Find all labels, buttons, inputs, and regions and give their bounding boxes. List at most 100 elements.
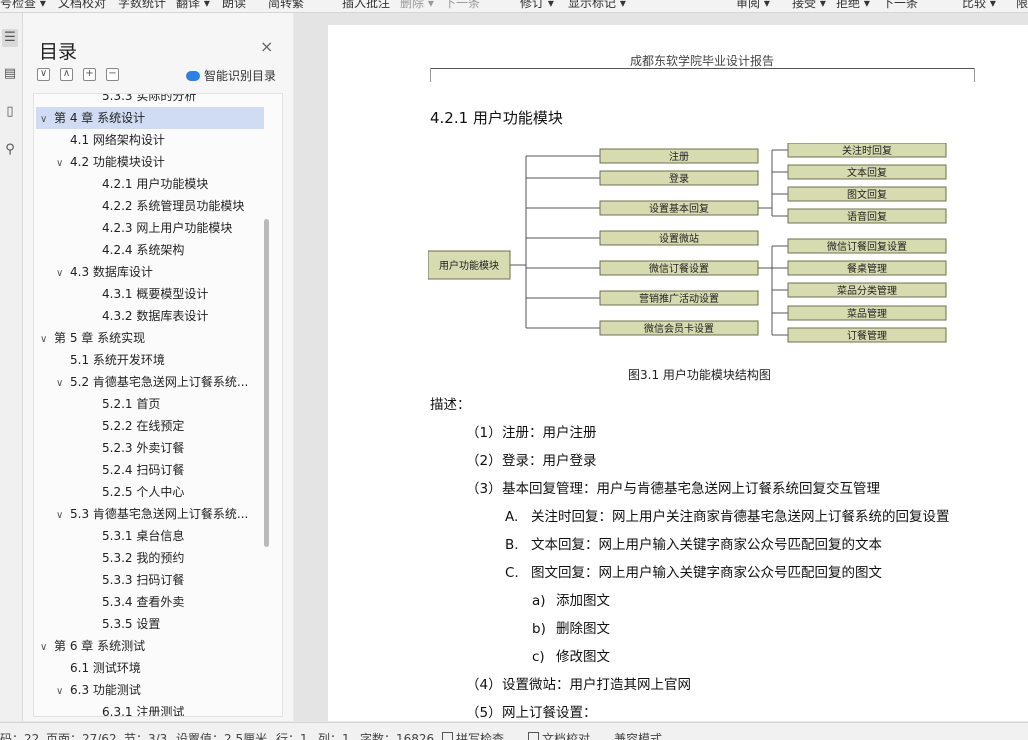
toolbar-item-11[interactable]: 审阅 ▾ <box>736 0 770 11</box>
toc-item[interactable]: ∨ 5.2 肯德基宅急送网上订餐系统... <box>36 371 280 393</box>
description-text: 设置微站：用户打造其网上官网 <box>502 677 691 693</box>
description-text: 删除图文 <box>556 621 610 637</box>
toolbar-item-10[interactable]: 显示标记 ▾ <box>568 0 626 11</box>
description-line: （4）设置微站：用户打造其网上官网 <box>466 673 691 693</box>
list-marker: （5） <box>466 705 502 721</box>
expand-up-icon[interactable]: ∧ <box>60 68 73 81</box>
toc-item-label: 4.1 网络架构设计 <box>70 133 165 147</box>
toc-item-label: 5.2.2 在线预定 <box>102 419 185 433</box>
toc-item-label: 4.2.2 系统管理员功能模块 <box>102 199 245 213</box>
toc-item[interactable]: ∨ 6.3 功能测试 <box>36 679 280 701</box>
sidebar-icon-strip: ☰ ▤ ▯ ⚲ <box>0 13 23 721</box>
toc-item[interactable]: 4.2.3 网上用户功能模块 <box>36 217 282 239</box>
toc-item[interactable]: ∨ 第 4 章 系统设计 <box>36 107 264 129</box>
toc-item[interactable]: 5.2.5 个人中心 <box>36 481 282 503</box>
toc-item-label: 5.2.3 外卖订餐 <box>102 441 185 455</box>
node-label: 设置微站 <box>659 232 699 245</box>
toc-item[interactable]: 4.3.2 数据库表设计 <box>36 305 282 327</box>
toc-icon[interactable]: ☰ <box>2 29 18 47</box>
document-page: 成都东软学院毕业设计报告 4.2.1 用户功能模块 用户功能模块 注册 登录 设置基本… <box>328 25 1028 721</box>
toc-item[interactable]: 5.2.2 在线预定 <box>36 415 282 437</box>
toolbar-item-12[interactable]: 接受 ▾ <box>792 0 826 11</box>
close-icon[interactable]: × <box>260 37 273 56</box>
description-line: B. 文本回复：网上用户输入关键字商家公众号匹配回复的文本 <box>505 533 882 553</box>
bookmark-icon[interactable]: ▯ <box>2 103 18 121</box>
list-marker: （1） <box>466 425 502 441</box>
toc-item[interactable]: 5.3.5 设置 <box>36 613 282 635</box>
node-label: 设置基本回复 <box>649 202 709 215</box>
chevron-down-icon[interactable]: ∨ <box>40 637 54 657</box>
list-marker: c) <box>532 649 545 665</box>
description-line: a) 添加图文 <box>532 589 610 609</box>
description-line: （5）网上订餐设置： <box>466 701 597 721</box>
toc-item-label: 第 6 章 系统测试 <box>54 639 146 653</box>
toc-item[interactable]: 5.3.1 桌台信息 <box>36 525 282 547</box>
toc-item[interactable]: ∨ 第 5 章 系统实现 <box>36 327 264 349</box>
toc-item-label: 第 5 章 系统实现 <box>54 331 146 345</box>
toc-item-label: 4.2.1 用户功能模块 <box>102 177 209 191</box>
toc-item[interactable]: 5.2.3 外卖订餐 <box>36 437 282 459</box>
toc-item[interactable]: 5.2.4 扫码订餐 <box>36 459 282 481</box>
page-icon[interactable]: ▤ <box>2 65 18 83</box>
toc-item[interactable]: 4.2.1 用户功能模块 <box>36 173 282 195</box>
toc-item[interactable]: 4.2.2 系统管理员功能模块 <box>36 195 282 217</box>
chevron-down-icon[interactable]: ∨ <box>56 373 70 393</box>
ai-icon <box>186 71 200 81</box>
toolbar-item-5[interactable]: 简转繁 <box>268 0 304 11</box>
list-marker: （3） <box>466 481 502 497</box>
toc-item[interactable]: 5.3.4 查看外卖 <box>36 591 282 613</box>
chevron-down-icon[interactable]: ∨ <box>56 681 70 701</box>
toc-item[interactable]: ∨ 4.2 功能模块设计 <box>36 151 280 173</box>
toc-item[interactable]: ∨ 第 6 章 系统测试 <box>36 635 264 657</box>
toc-item[interactable]: 5.2.1 首页 <box>36 393 282 415</box>
description-text: 文本回复：网上用户输入关键字商家公众号匹配回复的文本 <box>531 537 882 553</box>
toolbar-item-14[interactable]: 下一条 <box>882 0 918 11</box>
node-label: 图文回复 <box>847 188 887 201</box>
toc-item[interactable]: ∨ 4.3 数据库设计 <box>36 261 280 283</box>
toolbar-item-13[interactable]: 拒绝 ▾ <box>836 0 870 11</box>
node-label: 微信会员卡设置 <box>644 322 714 335</box>
toolbar-item-15[interactable]: 比较 ▾ <box>962 0 996 11</box>
toc-item[interactable]: 4.1 网络架构设计 <box>36 129 282 151</box>
toolbar-item-6[interactable]: 插入批注 <box>342 0 390 11</box>
toc-item[interactable]: 5.3.3 实际的分析 <box>36 94 282 107</box>
description-line: （2）登录：用户登录 <box>466 449 597 469</box>
toolbar-item-7[interactable]: 删除 ▾ <box>400 0 434 11</box>
remove-heading-icon[interactable]: − <box>106 68 119 81</box>
toc-item[interactable]: 4.2.4 系统架构 <box>36 239 282 261</box>
toolbar-item-0[interactable]: 号检查 ▾ <box>0 0 46 11</box>
toc-item[interactable]: 6.3.1 注册测试 <box>36 701 282 716</box>
chevron-down-icon[interactable]: ∨ <box>40 109 54 129</box>
toc-item[interactable]: 5.1 系统开发环境 <box>36 349 282 371</box>
smart-toc-button[interactable]: 智能识别目录 <box>186 67 276 84</box>
toolbar-item-8[interactable]: 下一条 <box>444 0 480 11</box>
margin-mark <box>974 68 975 82</box>
list-marker: B. <box>505 537 519 553</box>
toc-item[interactable]: ∨ 5.3 肯德基宅急送网上订餐系统... <box>36 503 280 525</box>
toc-item-label: 4.2.3 网上用户功能模块 <box>102 221 233 235</box>
toc-item-label: 第 4 章 系统设计 <box>54 111 146 125</box>
collapse-all-icon[interactable]: ∨ <box>37 68 50 81</box>
toolbar-item-1[interactable]: 文档校对 <box>58 0 106 11</box>
chevron-down-icon[interactable]: ∨ <box>56 505 70 525</box>
toc-item-label: 4.3 数据库设计 <box>70 265 153 279</box>
toolbar-item-2[interactable]: 字数统计 <box>118 0 166 11</box>
chevron-down-icon[interactable]: ∨ <box>56 263 70 283</box>
toc-item-label: 5.3.3 扫码订餐 <box>102 573 185 587</box>
toolbar-item-9[interactable]: 修订 ▾ <box>520 0 554 11</box>
chevron-down-icon[interactable]: ∨ <box>40 329 54 349</box>
toolbar-item-4[interactable]: 朗读 <box>222 0 246 11</box>
toc-item[interactable]: 5.3.3 扫码订餐 <box>36 569 282 591</box>
chevron-down-icon[interactable]: ∨ <box>56 153 70 173</box>
add-heading-icon[interactable]: + <box>83 68 96 81</box>
toc-item[interactable]: 6.1 测试环境 <box>36 657 282 679</box>
find-icon[interactable]: ⚲ <box>2 141 18 159</box>
toc-item[interactable]: 5.3.2 我的预约 <box>36 547 282 569</box>
toolbar-item-16[interactable]: 限 <box>1016 0 1028 11</box>
toc-scrollbar[interactable] <box>264 219 269 547</box>
toc-item-label: 5.3.4 查看外卖 <box>102 595 185 609</box>
toc-item[interactable]: 4.3.1 概要模型设计 <box>36 283 282 305</box>
description-line: b) 删除图文 <box>532 617 610 637</box>
toolbar-item-3[interactable]: 翻译 ▾ <box>176 0 210 11</box>
toc-item-label: 4.3.1 概要模型设计 <box>102 287 209 301</box>
